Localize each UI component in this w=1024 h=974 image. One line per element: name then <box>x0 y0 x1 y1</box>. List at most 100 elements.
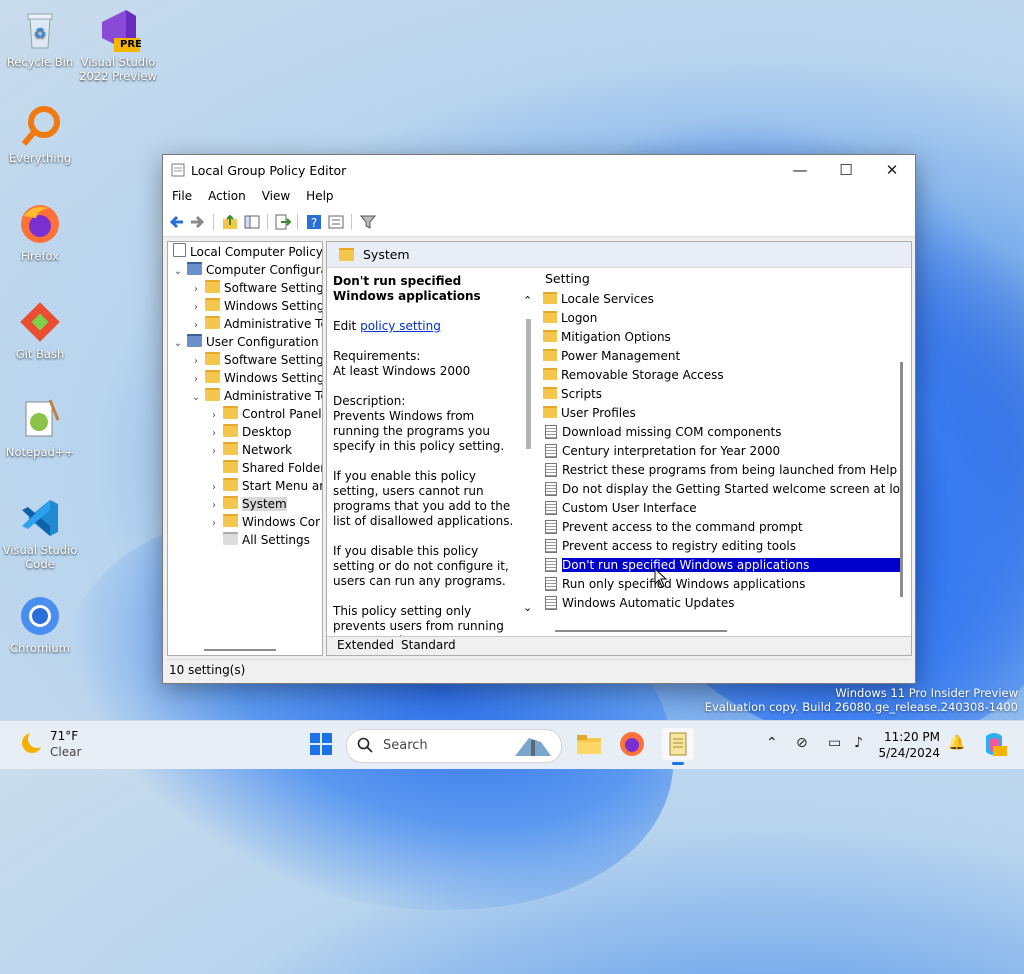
volume-muted-icon[interactable]: ♪ <box>854 735 863 751</box>
desktop-icon-chromium[interactable]: Chromium <box>0 594 80 655</box>
tree-item[interactable]: › Control Panel <box>208 405 322 423</box>
device-icon[interactable]: ▭ <box>828 735 841 751</box>
clock[interactable]: 11:20 PM 5/24/2024 <box>876 729 940 761</box>
tree-item[interactable]: Shared Folder <box>208 459 322 477</box>
list-item[interactable]: Scripts <box>543 385 602 403</box>
scroll-down-icon[interactable]: ⌄ <box>523 601 532 614</box>
up-folder-icon[interactable] <box>221 213 239 231</box>
menu-file[interactable]: File <box>163 186 199 203</box>
app-icon <box>171 163 185 177</box>
show-hidden-icons-chevron-up-icon[interactable]: ⌃ <box>766 735 778 751</box>
chevron-down-icon[interactable]: ⌄ <box>172 263 184 281</box>
list-horizontal-scrollbar[interactable] <box>555 630 727 632</box>
policy-setting-icon <box>545 539 557 553</box>
forward-arrow-icon[interactable] <box>189 213 207 231</box>
list-item[interactable]: Custom User Interface <box>543 499 697 517</box>
tree-item[interactable]: › Windows Setting <box>190 297 322 315</box>
tree-item[interactable]: All Settings <box>208 531 310 549</box>
scroll-up-icon[interactable]: ⌃ <box>523 294 532 307</box>
desktop-icon-firefox[interactable]: Firefox <box>0 202 80 263</box>
search-icon <box>357 737 373 756</box>
list-item[interactable]: Do not display the Getting Started welco… <box>543 480 903 498</box>
status-bar: 10 setting(s) <box>167 659 911 680</box>
tree-item[interactable]: ⌄ User Configuration <box>172 333 319 351</box>
settings-list[interactable]: Setting Locale Services Logon Mitigation… <box>543 268 903 636</box>
network-disconnected-icon[interactable]: ⊘ <box>796 735 808 751</box>
desktop-icon-visual-studio-code[interactable]: Visual Studio Code <box>0 496 80 571</box>
notification-bell-icon[interactable]: 🔔 <box>948 735 965 751</box>
list-item[interactable]: Windows Automatic Updates <box>543 594 734 612</box>
tree-item[interactable]: › Software Settings <box>190 279 322 297</box>
clock-date: 5/24/2024 <box>878 746 940 760</box>
tree-item[interactable]: Local Computer Policy <box>170 243 322 261</box>
policy-setting-link[interactable]: policy setting <box>360 319 441 333</box>
start-button[interactable] <box>307 730 335 758</box>
scrollbar-thumb[interactable] <box>526 319 531 449</box>
git-bash-icon <box>18 300 62 344</box>
chevron-down-icon[interactable]: ⌄ <box>172 335 184 353</box>
desktop-icon-everything[interactable]: Everything <box>0 104 80 165</box>
list-item[interactable]: Century interpretation for Year 2000 <box>543 442 780 460</box>
group-policy-taskbar-icon[interactable] <box>662 728 694 765</box>
navigation-tree[interactable]: Local Computer Policy ⌄ Computer Configur… <box>167 241 323 656</box>
list-item[interactable]: Prevent access to the command prompt <box>543 518 803 536</box>
properties-icon[interactable] <box>327 213 345 231</box>
group-policy-editor-window[interactable]: Local Group Policy Editor — ☐ ✕ File Acti… <box>162 154 916 684</box>
maximize-button[interactable]: ☐ <box>823 155 869 186</box>
list-item-selected[interactable]: Don't run specified Windows applications <box>543 556 903 574</box>
filter-icon[interactable] <box>359 213 377 231</box>
desktop-icon-git-bash[interactable]: Git Bash <box>0 300 80 361</box>
desktop-icon-recycle-bin[interactable]: ♻ Recycle Bin <box>0 8 80 69</box>
firefox-taskbar-icon[interactable] <box>618 730 646 758</box>
back-arrow-icon[interactable] <box>167 213 185 231</box>
minimize-button[interactable]: — <box>777 155 823 186</box>
chevron-down-icon[interactable]: ⌄ <box>190 389 202 407</box>
tab-extended[interactable]: Extended <box>337 638 394 652</box>
tree-item-selected[interactable]: › System <box>208 495 287 513</box>
list-item[interactable]: Restrict these programs from being launc… <box>543 461 897 479</box>
description-scrollbar[interactable]: ⌃ ⌄ <box>523 294 535 614</box>
list-item[interactable]: Run only specified Windows applications <box>543 575 805 593</box>
file-explorer-icon[interactable] <box>575 730 603 758</box>
tree-item[interactable]: › Network <box>208 441 292 459</box>
tree-item[interactable]: › Windows Cor <box>208 513 320 531</box>
export-list-icon[interactable] <box>273 213 292 231</box>
list-item[interactable]: Locale Services <box>543 290 654 308</box>
firefox-icon <box>18 202 62 246</box>
list-vertical-scrollbar[interactable] <box>900 362 903 597</box>
tree-item[interactable]: › Administrative Te <box>190 315 322 333</box>
folder-icon <box>223 460 238 473</box>
tree-item[interactable]: ⌄ Computer Configura <box>172 261 322 281</box>
menu-view[interactable]: View <box>253 186 297 203</box>
list-item[interactable]: Power Management <box>543 347 680 365</box>
horizontal-scrollbar[interactable] <box>204 649 276 651</box>
column-header-setting[interactable]: Setting <box>545 271 590 286</box>
list-item[interactable]: Mitigation Options <box>543 328 671 346</box>
title-bar[interactable]: Local Group Policy Editor — ☐ ✕ <box>163 155 915 186</box>
taskbar-search-box[interactable]: Search <box>346 729 562 763</box>
list-item[interactable]: Removable Storage Access <box>543 366 724 384</box>
help-icon[interactable]: ? <box>305 213 323 231</box>
tab-standard[interactable]: Standard <box>401 638 456 652</box>
list-item[interactable]: Logon <box>543 309 597 327</box>
close-button[interactable]: ✕ <box>869 155 915 186</box>
desktop-icon-visual-studio-2022-preview[interactable]: PRE Visual Studio 2022 Preview <box>78 8 158 83</box>
list-item[interactable]: Download missing COM components <box>543 423 782 441</box>
tree-item[interactable]: ⌄ Administrative Te <box>190 387 322 407</box>
copilot-icon[interactable] <box>980 730 1008 758</box>
desktop-icon-label: Chromium <box>10 641 70 655</box>
menu-action[interactable]: Action <box>199 186 253 203</box>
menu-help[interactable]: Help <box>297 186 340 203</box>
show-hide-tree-icon[interactable] <box>243 213 261 231</box>
list-item[interactable]: Prevent access to registry editing tools <box>543 537 796 555</box>
policy-setting-icon <box>545 444 557 458</box>
tree-item[interactable]: › Windows Setting <box>190 369 322 387</box>
svg-text:?: ? <box>311 216 317 230</box>
list-item[interactable]: User Profiles <box>543 404 636 422</box>
folder-icon <box>205 370 220 383</box>
desktop-icon-notepad-plus-plus[interactable]: Notepad++ <box>0 398 80 459</box>
policy-setting-icon <box>545 596 557 610</box>
tree-item[interactable]: › Software Settings <box>190 351 322 369</box>
tree-item[interactable]: › Start Menu ar <box>208 477 322 495</box>
tree-item[interactable]: › Desktop <box>208 423 292 441</box>
